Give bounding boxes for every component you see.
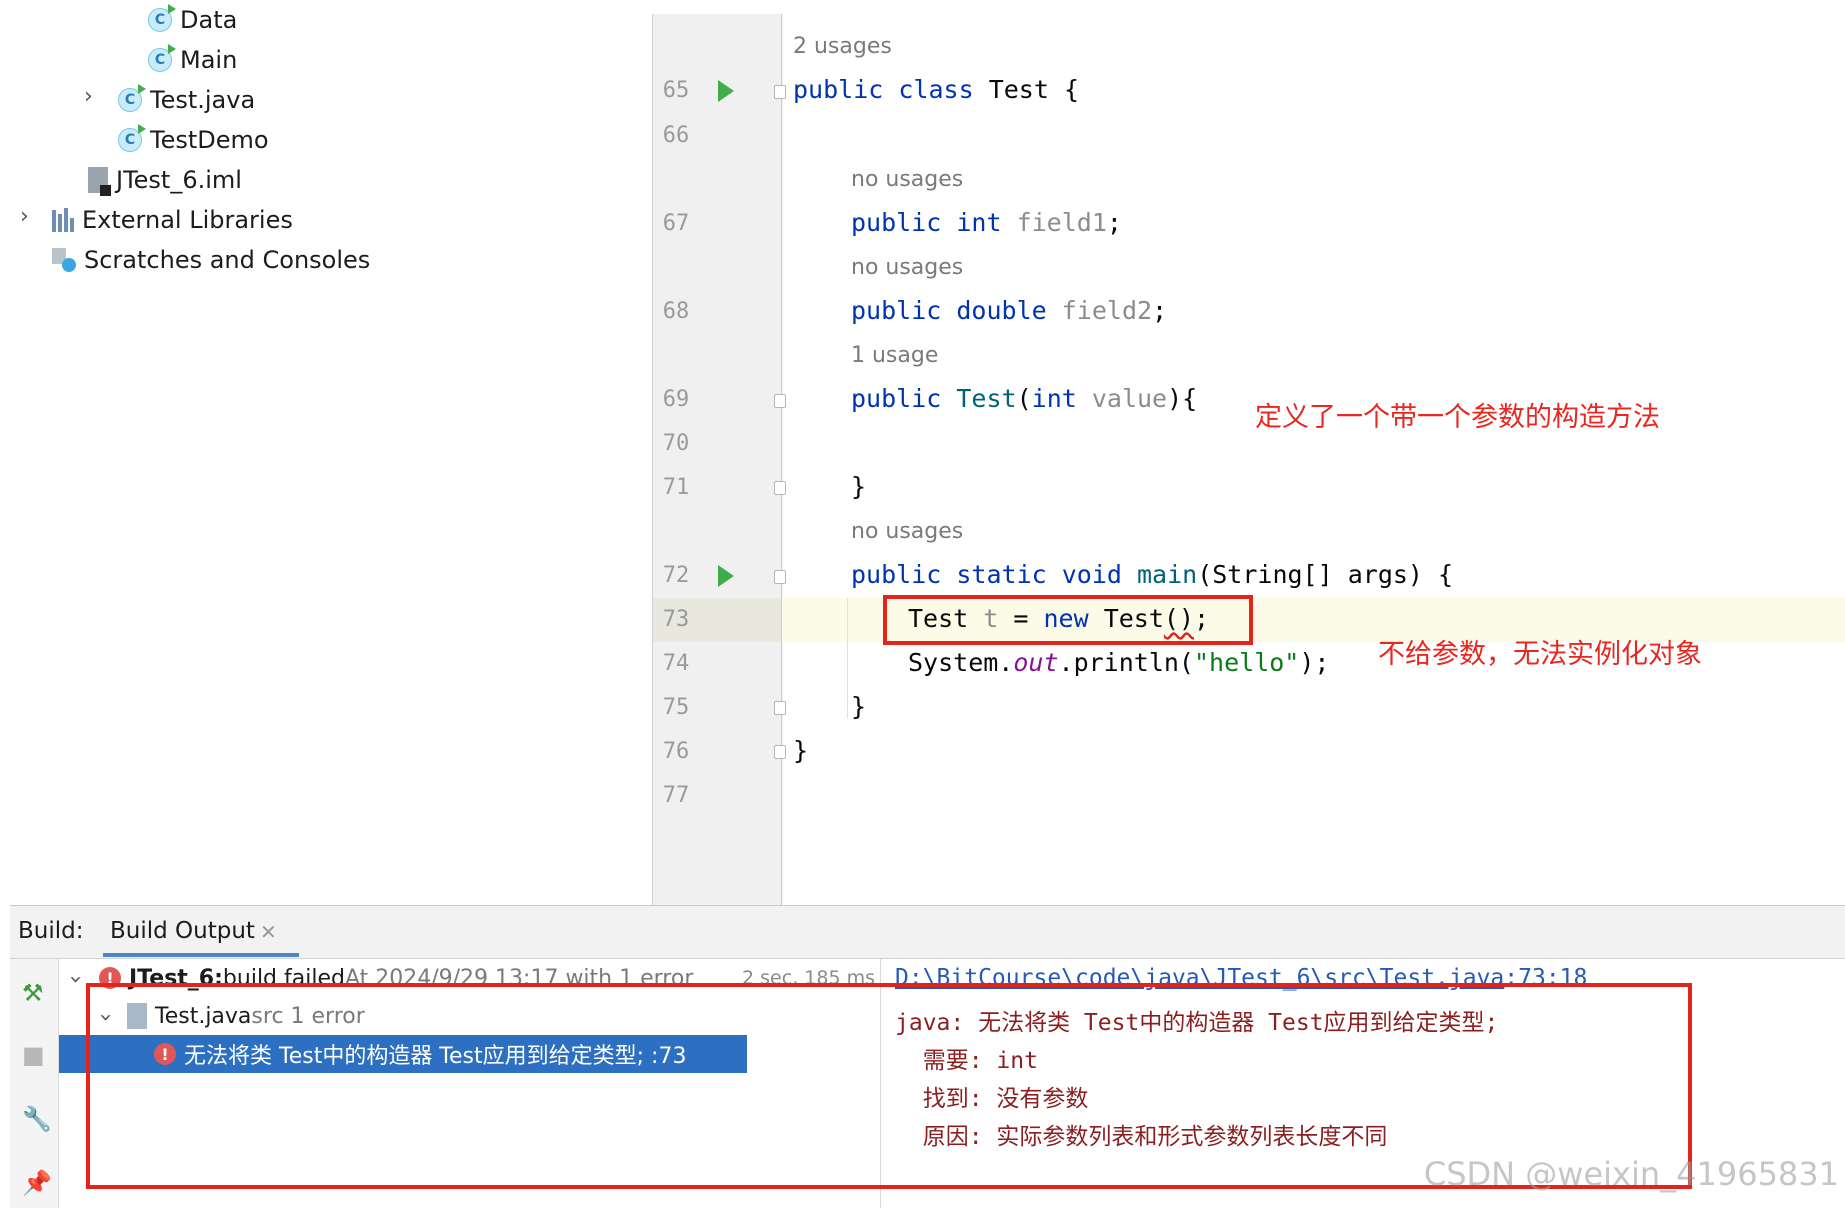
- class-icon: C: [118, 84, 146, 112]
- tree-item-label: Scratches and Consoles: [84, 246, 371, 274]
- code-line-74: System.out.println("hello");: [908, 648, 1330, 677]
- run-main-icon[interactable]: [718, 565, 734, 587]
- fold-marker-icon[interactable]: [774, 745, 786, 759]
- chevron-right-icon[interactable]: ›: [84, 84, 93, 109]
- build-label: Build:: [18, 918, 84, 944]
- fold-marker-icon[interactable]: [774, 481, 786, 495]
- tree-item-label: Test.java: [150, 86, 256, 114]
- watermark: CSDN @weixin_41965831: [1423, 1155, 1839, 1193]
- usage-hint[interactable]: no usages: [851, 519, 963, 544]
- tree-item-label: Data: [180, 6, 238, 34]
- line-number: 70: [662, 431, 690, 456]
- code-line-76: }: [793, 736, 809, 765]
- line-number: 77: [662, 783, 690, 808]
- line-number: 67: [662, 211, 690, 236]
- tree-item-label: Main: [180, 46, 238, 74]
- tree-item-data[interactable]: C Data: [148, 0, 237, 40]
- fold-marker-icon[interactable]: [774, 570, 786, 584]
- tab-build-output[interactable]: Build Output: [110, 918, 255, 944]
- line-number: 65: [662, 78, 690, 103]
- usage-hint[interactable]: 2 usages: [793, 34, 892, 59]
- line-number: 75: [662, 695, 690, 720]
- fold-divider: [781, 14, 782, 905]
- code-line-67: public int field1;: [851, 208, 1122, 237]
- chevron-right-icon[interactable]: ›: [20, 204, 29, 229]
- run-class-icon[interactable]: [718, 80, 734, 102]
- line-number: 69: [662, 387, 690, 412]
- tree-item-label: External Libraries: [82, 206, 293, 234]
- project-tree: C Data C Main › C Test.java C TestDemo J…: [0, 0, 650, 905]
- code-line-75: }: [851, 692, 867, 721]
- scratch-icon: [52, 248, 76, 272]
- pin-icon[interactable]: 📌: [22, 1169, 52, 1197]
- module-file-icon: [88, 167, 111, 196]
- class-icon: C: [148, 44, 176, 72]
- tree-item-scratches[interactable]: Scratches and Consoles: [52, 240, 370, 280]
- line-number: 73: [662, 607, 690, 632]
- annotation-constructor: 定义了一个带一个参数的构造方法: [1255, 402, 1660, 433]
- annotation-error: 不给参数，无法实例化对象: [1378, 639, 1702, 670]
- tree-item-main[interactable]: C Main: [148, 40, 237, 80]
- usage-hint[interactable]: 1 usage: [851, 343, 938, 368]
- tab-active-indicator: [103, 953, 299, 957]
- tree-item-jtest-iml[interactable]: JTest_6.iml: [88, 160, 242, 200]
- class-icon: C: [118, 124, 146, 152]
- build-header: Build: Build Output ✕: [10, 906, 1845, 959]
- line-number: 68: [662, 299, 690, 324]
- indent-guide: [847, 598, 848, 718]
- tree-item-testdemo[interactable]: C TestDemo: [118, 120, 269, 160]
- build-toolbar: ⚒ ■ 🔧 📌: [10, 959, 59, 1208]
- tree-item-external-libraries[interactable]: External Libraries: [52, 200, 293, 240]
- line-number: 71: [662, 475, 690, 500]
- code-line-72: public static void main(String[] args) {: [851, 560, 1454, 589]
- line-number: 76: [662, 739, 690, 764]
- line-number: 74: [662, 651, 690, 676]
- chevron-down-icon[interactable]: ›: [63, 975, 88, 984]
- code-line-69: public Test(int value){: [851, 384, 1198, 413]
- fold-marker-icon[interactable]: [774, 701, 786, 715]
- hammer-icon[interactable]: ⚒: [22, 979, 44, 1007]
- wrench-icon[interactable]: 🔧: [22, 1105, 52, 1133]
- code-line-65: public class Test {: [793, 75, 1079, 104]
- fold-marker-icon[interactable]: [774, 394, 786, 408]
- library-icon: [52, 208, 74, 232]
- line-number: 66: [662, 123, 690, 148]
- usage-hint[interactable]: no usages: [851, 255, 963, 280]
- stop-icon[interactable]: ■: [22, 1041, 45, 1069]
- usage-hint[interactable]: no usages: [851, 167, 963, 192]
- tree-item-label: JTest_6.iml: [116, 166, 242, 194]
- tree-item-label: TestDemo: [150, 126, 269, 154]
- close-icon[interactable]: ✕: [260, 920, 277, 944]
- highlight-box-constructor-call: [883, 595, 1253, 645]
- tree-item-test-java[interactable]: C Test.java: [118, 80, 255, 120]
- line-number: 72: [662, 563, 690, 588]
- code-line-71: }: [851, 472, 867, 501]
- code-line-68: public double field2;: [851, 296, 1168, 325]
- class-icon: C: [148, 4, 176, 32]
- fold-marker-icon[interactable]: [774, 85, 786, 99]
